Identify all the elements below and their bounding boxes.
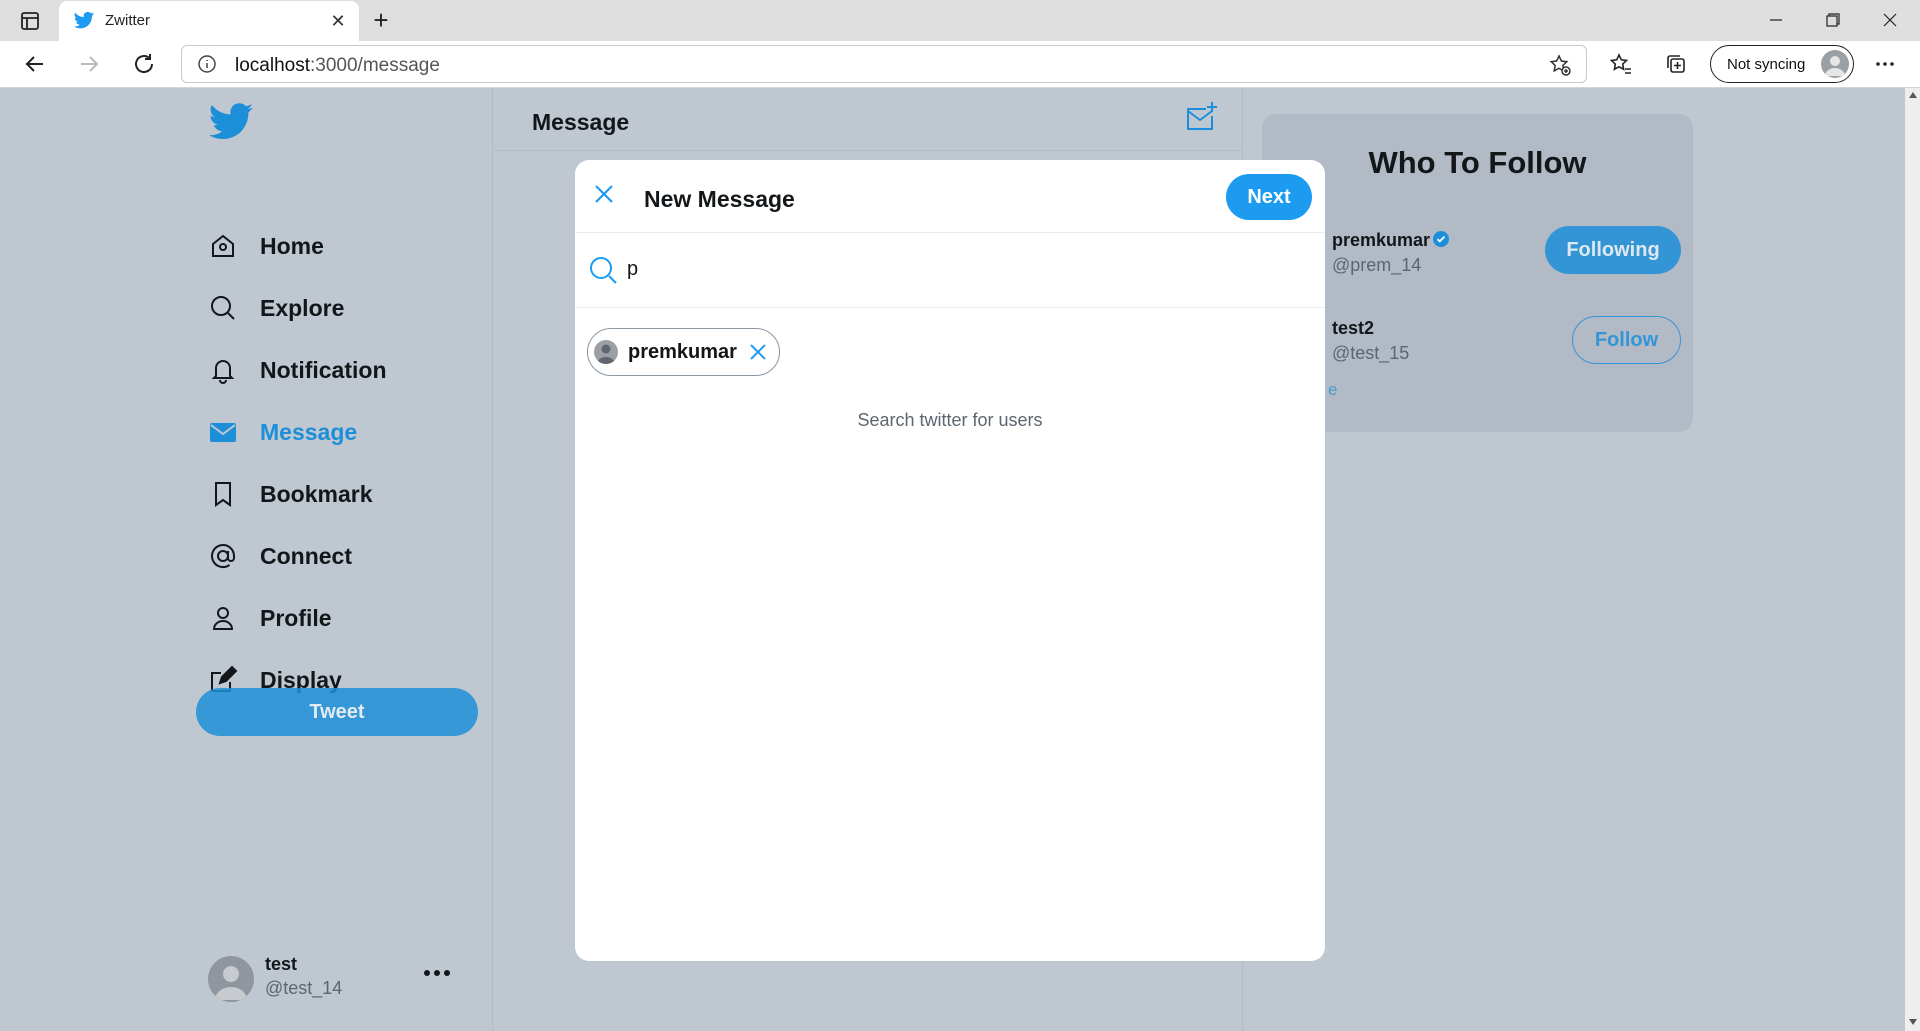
more-options-icon[interactable] <box>1872 51 1898 77</box>
sidebar-item-message[interactable]: Message <box>208 412 468 452</box>
search-hint: Search twitter for users <box>857 410 1043 430</box>
browser-toolbar: localhost:3000/message Not syncing <box>0 41 1920 88</box>
messages-header: Message <box>494 88 1243 151</box>
sidebar-item-label: Explore <box>260 294 345 321</box>
sidebar-item-explore[interactable]: Explore <box>208 288 468 328</box>
suggestion-handle: @test_15 <box>1332 343 1410 363</box>
search-icon <box>208 293 238 323</box>
collections-icon[interactable] <box>1663 51 1689 77</box>
user-name: test <box>265 954 298 974</box>
sidebar-item-label: Bookmark <box>260 480 373 507</box>
bird-logo-icon[interactable] <box>207 103 255 143</box>
chip-label: premkumar <box>628 340 737 363</box>
tab-title: Zwitter <box>105 12 150 29</box>
avatar <box>208 956 254 1002</box>
sync-label: Not syncing <box>1727 56 1806 73</box>
url-path: :3000/message <box>310 55 440 76</box>
home-icon <box>208 231 238 261</box>
selected-user-chip[interactable]: premkumar <box>587 328 780 376</box>
profile-avatar-icon <box>1821 50 1849 78</box>
left-sidebar: Home Explore Notification Message Bookma… <box>0 88 493 1031</box>
suggestion-name: premkumar <box>1332 230 1450 251</box>
back-arrow-icon[interactable] <box>22 51 48 77</box>
info-icon[interactable] <box>197 54 217 74</box>
new-message-icon[interactable] <box>1184 100 1218 134</box>
sidebar-item-label: Notification <box>260 356 387 383</box>
user-search-row <box>575 233 1325 308</box>
follow-suggestion: premkumar @prem_14 Following <box>1262 226 1693 286</box>
following-button[interactable]: Following <box>1545 226 1681 274</box>
close-icon[interactable] <box>589 179 619 209</box>
avatar <box>594 340 618 364</box>
browser-tab-bar: Zwitter ✕ + <box>0 0 1920 41</box>
verified-badge-icon <box>1433 231 1450 247</box>
bird-favicon-icon <box>73 11 95 31</box>
sidebar-item-profile[interactable]: Profile <box>208 598 468 638</box>
add-favorite-icon[interactable] <box>1548 53 1572 77</box>
restore-icon[interactable] <box>1812 6 1852 34</box>
who-to-follow-title: Who To Follow <box>1368 145 1587 180</box>
sidebar-item-connect[interactable]: Connect <box>208 536 468 576</box>
new-tab-icon[interactable]: + <box>368 7 394 33</box>
dialog-title: New Message <box>644 186 795 212</box>
next-button[interactable]: Next <box>1226 174 1312 220</box>
forward-arrow-icon[interactable] <box>76 51 102 77</box>
sidebar-item-home[interactable]: Home <box>208 226 468 266</box>
favorites-icon[interactable] <box>1608 51 1634 77</box>
user-handle: @test_14 <box>265 978 343 998</box>
sidebar-item-label: Profile <box>260 604 332 631</box>
tab-close-icon[interactable]: ✕ <box>327 10 349 32</box>
sidebar-item-notification[interactable]: Notification <box>208 350 468 390</box>
tab-actions-icon[interactable] <box>18 9 42 33</box>
scroll-down-arrow-icon[interactable] <box>1909 1019 1917 1025</box>
person-icon <box>208 603 238 633</box>
more-dots-icon[interactable] <box>422 966 452 980</box>
address-bar[interactable]: localhost:3000/message <box>181 45 1587 83</box>
window-close-icon[interactable] <box>1870 6 1910 34</box>
mail-icon <box>208 417 238 447</box>
remove-chip-icon[interactable] <box>747 341 769 363</box>
page-scrollbar[interactable] <box>1905 88 1920 1031</box>
scroll-up-arrow-icon[interactable] <box>1909 92 1917 98</box>
user-search-input[interactable] <box>627 249 1307 289</box>
tweet-button[interactable]: Tweet <box>196 688 478 736</box>
minimize-icon[interactable] <box>1756 6 1796 34</box>
browser-tab[interactable]: Zwitter ✕ <box>59 1 359 41</box>
new-message-dialog: New Message Next premkumar Search twitte… <box>575 160 1325 961</box>
bell-icon <box>208 355 238 385</box>
refresh-icon[interactable] <box>131 51 157 77</box>
dialog-header: New Message Next <box>575 160 1325 233</box>
url-text: localhost:3000/message <box>235 55 440 77</box>
suggestion-handle: @prem_14 <box>1332 255 1422 275</box>
sidebar-item-label: Connect <box>260 542 352 569</box>
who-to-follow-panel: Who To Follow premkumar @prem_14 Followi… <box>1262 114 1693 432</box>
sidebar-item-bookmark[interactable]: Bookmark <box>208 474 468 514</box>
page-title: Message <box>532 109 630 135</box>
sidebar-item-label: Message <box>260 418 358 445</box>
account-switcher[interactable]: test @test_14 <box>208 952 468 1002</box>
at-icon <box>208 541 238 571</box>
sidebar-item-label: Home <box>260 232 324 259</box>
url-host: localhost <box>235 55 310 76</box>
bookmark-icon <box>208 479 238 509</box>
suggestion-name: test2 <box>1332 318 1375 338</box>
search-icon <box>588 255 618 285</box>
suggestion-name-text: premkumar <box>1332 230 1431 250</box>
follow-button[interactable]: Follow <box>1572 316 1681 364</box>
follow-suggestion: test2 @test_15 Follow <box>1262 314 1693 374</box>
sync-status-button[interactable]: Not syncing <box>1710 45 1854 83</box>
show-more-link[interactable]: e <box>1328 380 1337 400</box>
